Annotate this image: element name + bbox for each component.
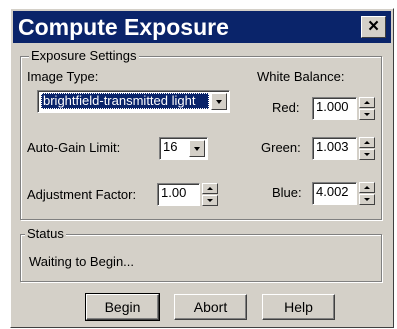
arrow-up-icon: [364, 186, 370, 189]
begin-button[interactable]: Begin: [85, 293, 160, 321]
blue-value: 4.002: [316, 184, 349, 199]
adjustment-factor-label: Adjustment Factor:: [27, 187, 137, 202]
arrow-down-icon: [364, 153, 370, 156]
arrow-down-icon: [364, 198, 370, 201]
adjustment-factor-value: 1.00: [161, 185, 187, 200]
status-legend: Status: [25, 226, 66, 241]
red-value: 1.000: [316, 99, 349, 114]
green-label: Green:: [261, 140, 301, 155]
spin-down-button[interactable]: [202, 195, 218, 206]
arrow-up-icon: [364, 101, 370, 104]
arrow-down-icon: [364, 113, 370, 116]
spin-up-button[interactable]: [202, 183, 218, 194]
image-type-value: brightfield-transmitted light: [41, 93, 209, 109]
help-button[interactable]: Help: [262, 294, 335, 320]
spin-down-button[interactable]: [359, 194, 375, 205]
window-title: Compute Exposure: [18, 14, 229, 40]
auto-gain-limit-value: 16: [163, 139, 178, 154]
exposure-settings-group: Exposure Settings Image Type: brightfiel…: [20, 48, 382, 220]
abort-button[interactable]: Abort: [174, 294, 247, 320]
compute-exposure-dialog: Compute Exposure × Exposure Settings Ima…: [10, 8, 394, 328]
chevron-down-icon: [194, 147, 200, 151]
title-bar[interactable]: Compute Exposure ×: [13, 11, 391, 43]
white-balance-label: White Balance:: [257, 69, 345, 84]
red-spinner[interactable]: [359, 97, 375, 120]
image-type-select[interactable]: brightfield-transmitted light: [37, 90, 230, 113]
close-icon: ×: [367, 16, 380, 37]
blue-label: Blue:: [272, 185, 302, 200]
spin-up-button[interactable]: [359, 137, 375, 148]
adjustment-factor-input[interactable]: 1.00: [157, 183, 200, 206]
spin-up-button[interactable]: [359, 182, 375, 193]
chevron-down-icon: [216, 100, 222, 104]
blue-input[interactable]: 4.002: [312, 182, 357, 205]
adjustment-factor-spinner[interactable]: [202, 183, 218, 206]
image-type-dropdown-button[interactable]: [211, 93, 227, 110]
auto-gain-limit-label: Auto-Gain Limit:: [27, 140, 121, 155]
arrow-up-icon: [207, 187, 213, 190]
arrow-down-icon: [207, 199, 213, 202]
green-value: 1.003: [316, 139, 349, 154]
auto-gain-dropdown-button[interactable]: [189, 140, 205, 157]
blue-spinner[interactable]: [359, 182, 375, 205]
image-type-label: Image Type:: [27, 69, 99, 84]
arrow-up-icon: [364, 141, 370, 144]
green-input[interactable]: 1.003: [312, 137, 357, 160]
auto-gain-limit-select[interactable]: 16: [159, 137, 208, 160]
status-text: Waiting to Begin...: [29, 254, 135, 269]
green-spinner[interactable]: [359, 137, 375, 160]
spin-down-button[interactable]: [359, 149, 375, 160]
spin-down-button[interactable]: [359, 109, 375, 120]
spin-up-button[interactable]: [359, 97, 375, 108]
red-input[interactable]: 1.000: [312, 97, 357, 120]
status-group: Status Waiting to Begin...: [20, 226, 382, 282]
red-label: Red:: [272, 100, 300, 115]
exposure-settings-legend: Exposure Settings: [29, 48, 139, 63]
close-button[interactable]: ×: [361, 16, 386, 38]
